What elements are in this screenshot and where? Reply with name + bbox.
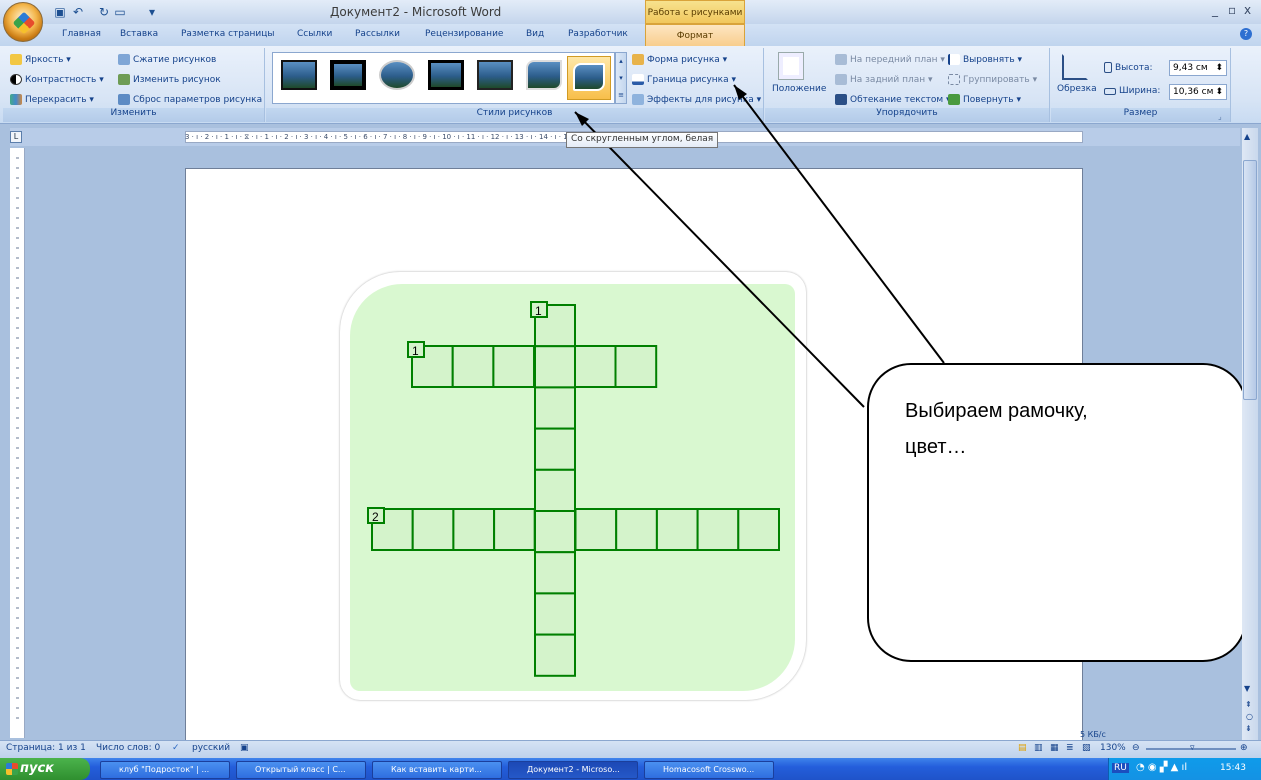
word-count[interactable]: Число слов: 0 xyxy=(96,743,160,753)
language-indicator[interactable]: русский xyxy=(192,743,230,753)
clue-1-down-text: 1 xyxy=(535,304,542,318)
view-print-layout-icon[interactable]: ▤ xyxy=(1018,743,1027,753)
tray-icons[interactable]: ◔ ◉ ▞ ▲ ıl xyxy=(1136,762,1187,773)
view-draft-icon[interactable]: ▧ xyxy=(1082,743,1091,753)
cell-down-1[interactable] xyxy=(534,427,576,471)
crossword-grid[interactable] xyxy=(371,304,780,677)
cell-down-1[interactable] xyxy=(534,468,576,512)
zoom-level[interactable]: 130% xyxy=(1100,743,1126,753)
next-page-icon[interactable]: ⇟ xyxy=(1245,724,1252,733)
arrowhead-border xyxy=(734,85,747,100)
cell-across-2[interactable] xyxy=(452,508,496,551)
cell-down-1[interactable] xyxy=(534,551,576,595)
task-crossword[interactable]: Homacosoft Crosswo... xyxy=(644,761,774,779)
windows-flag-icon xyxy=(6,763,18,775)
prev-page-icon[interactable]: ⇞ xyxy=(1245,700,1252,709)
view-full-screen-icon[interactable]: ▥ xyxy=(1034,743,1043,753)
language-bar[interactable]: RU xyxy=(1112,763,1129,773)
cell-across-2[interactable] xyxy=(574,508,618,551)
cell-down-1[interactable] xyxy=(534,510,576,554)
clock: 15:43 xyxy=(1220,763,1246,773)
task-word-document2[interactable]: Документ2 - Microso... xyxy=(508,761,638,779)
clue-1-across-text: 1 xyxy=(412,344,419,358)
callout-arrow-border xyxy=(733,84,945,364)
zoom-slider-thumb-icon[interactable]: ▿ xyxy=(1190,743,1195,753)
cell-down-1[interactable] xyxy=(534,345,576,389)
scroll-down-icon[interactable]: ▼ xyxy=(1244,684,1250,693)
callout-line-1: Выбираем рамочку, xyxy=(905,400,1088,422)
macro-record-icon[interactable]: ▣ xyxy=(240,743,249,753)
clue-number-2-across: 2 xyxy=(367,507,385,524)
cell-down-1[interactable] xyxy=(534,592,576,636)
style-tooltip: Со скругленным углом, белая xyxy=(566,132,719,148)
view-outline-icon[interactable]: ≣ xyxy=(1066,743,1074,753)
network-speed: 5 КБ/с xyxy=(1080,730,1106,739)
cell-across-2[interactable] xyxy=(493,508,536,551)
task-ie-club[interactable]: клуб "Подросток" | ... xyxy=(100,761,230,779)
cell-across-2[interactable] xyxy=(696,508,740,551)
cell-across-2[interactable] xyxy=(655,508,699,551)
cell-across-2[interactable] xyxy=(615,508,658,551)
clue-number-1-across: 1 xyxy=(407,341,425,358)
cell-across-2[interactable] xyxy=(737,508,780,551)
clue-2-across-text: 2 xyxy=(372,510,379,524)
callout-line-2: цвет… xyxy=(905,436,967,458)
clue-number-1-down: 1 xyxy=(530,301,548,318)
view-web-icon[interactable]: ▦ xyxy=(1050,743,1059,753)
task-ie-open-class[interactable]: Открытый класс | С... xyxy=(236,761,366,779)
cell-across-1[interactable] xyxy=(614,345,658,388)
proofing-icon[interactable]: ✓ xyxy=(172,743,180,753)
scrollbar-thumb[interactable] xyxy=(1243,160,1257,400)
browse-object-icon[interactable]: ○ xyxy=(1246,712,1253,721)
cell-across-1[interactable] xyxy=(573,345,617,388)
cell-across-2[interactable] xyxy=(411,508,455,551)
word-window: ▣ ↶ ↻ ▭ ▾ Документ2 - Microsoft Word Раб… xyxy=(0,0,1261,780)
task-word-how-to[interactable]: Как вставить карти... xyxy=(372,761,502,779)
cell-across-1[interactable] xyxy=(451,345,495,388)
zoom-out-icon[interactable]: ⊖ xyxy=(1132,743,1140,753)
office-button[interactable] xyxy=(3,2,43,42)
zoom-in-icon[interactable]: ⊕ xyxy=(1240,743,1248,753)
scroll-up-icon[interactable]: ▲ xyxy=(1244,132,1250,141)
office-logo-icon xyxy=(12,11,36,35)
cell-down-1[interactable] xyxy=(534,386,576,430)
callout-box: Выбираем рамочку, цвет… xyxy=(867,363,1247,662)
cell-down-1[interactable] xyxy=(534,633,576,677)
page-count[interactable]: Страница: 1 из 1 xyxy=(6,743,86,753)
cell-across-1[interactable] xyxy=(492,345,536,388)
